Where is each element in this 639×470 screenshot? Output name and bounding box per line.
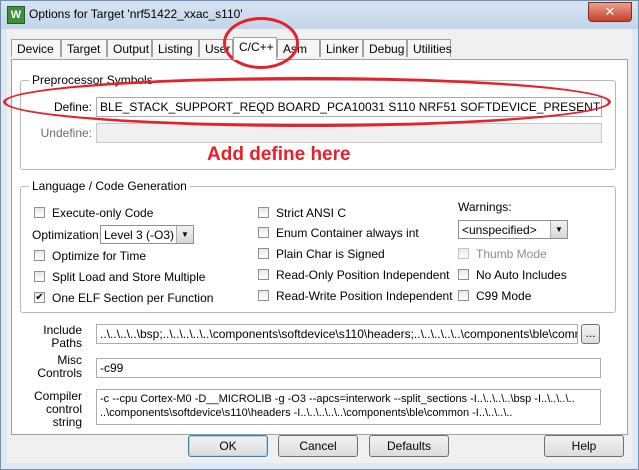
misc-controls-label: Misc Controls [22, 354, 82, 380]
strict-ansi-label: Strict ANSI C [276, 206, 347, 220]
c99-mode-label: C99 Mode [476, 289, 532, 303]
enum-container-label: Enum Container always int [276, 226, 419, 240]
one-elf-section-label: One ELF Section per Function [52, 291, 214, 305]
split-load-store-box[interactable] [34, 271, 45, 282]
optimization-select[interactable]: Level 3 (-O3) ▼ [100, 225, 194, 244]
ro-pi-box[interactable] [258, 269, 269, 280]
execute-only-box[interactable] [34, 207, 45, 218]
misc-controls-input[interactable]: -c99 [96, 358, 601, 378]
tab-linker[interactable]: Linker [320, 39, 363, 57]
tab-c-cpp[interactable]: C/C++ [233, 37, 277, 60]
optimization-value: Level 3 (-O3) [104, 228, 175, 242]
warnings-value: <unspecified> [462, 223, 537, 237]
tab-listing[interactable]: Listing [152, 39, 199, 57]
add-define-annotation: Add define here [207, 144, 351, 165]
tab-user[interactable]: User [199, 39, 233, 57]
ok-button[interactable]: OK [188, 435, 268, 457]
tab-output[interactable]: Output [107, 39, 152, 57]
include-paths-label-line2: Paths [51, 336, 82, 350]
chevron-down-icon[interactable]: ▼ [550, 221, 567, 238]
undefine-label: Undefine: [40, 126, 92, 140]
no-auto-includes-box[interactable] [458, 269, 469, 280]
defaults-button[interactable]: Defaults [369, 435, 449, 457]
preprocessor-group-label: Preprocessor Symbols [29, 73, 156, 87]
compiler-control-line1: -c --cpu Cortex-M0 -D__MICROLIB -g -O3 -… [100, 393, 575, 405]
window-title: Options for Target 'nrf51422_xxac_s110' [29, 7, 243, 21]
thumb-mode-box[interactable] [458, 248, 469, 259]
close-button[interactable]: ✕ [588, 2, 632, 22]
language-codegen-group-label: Language / Code Generation [29, 179, 190, 193]
compiler-control-line2: ..\components\softdevice\s110\headers -I… [100, 407, 513, 419]
execute-only-label: Execute-only Code [52, 206, 154, 220]
tab-debug[interactable]: Debug [363, 39, 407, 57]
compiler-control-label-line3: string [52, 415, 82, 429]
cpp-options-panel: Preprocessor Symbols Define: BLE_STACK_S… [11, 59, 628, 435]
thumb-mode-label: Thumb Mode [476, 247, 547, 261]
include-paths-input[interactable]: ..\..\..\..\bsp;..\..\..\..\..\component… [96, 324, 578, 344]
warnings-label: Warnings: [458, 200, 512, 214]
plain-char-label: Plain Char is Signed [276, 247, 385, 261]
compiler-control-label: Compiler control string [22, 390, 82, 429]
include-paths-browse-button[interactable]: ... [581, 324, 600, 344]
help-button[interactable]: Help [544, 435, 624, 457]
tab-asm[interactable]: Asm [277, 39, 320, 57]
misc-controls-label-line2: Controls [37, 366, 82, 380]
tab-utilities[interactable]: Utilities [407, 39, 452, 57]
define-label: Define: [53, 100, 92, 114]
define-input[interactable]: BLE_STACK_SUPPORT_REQD BOARD_PCA10031 S1… [96, 97, 602, 117]
title-bar[interactable]: W Options for Target 'nrf51422_xxac_s110… [1, 1, 638, 29]
cancel-button[interactable]: Cancel [278, 435, 358, 457]
rw-pi-label: Read-Write Position Independent [276, 289, 453, 303]
split-load-store-label: Split Load and Store Multiple [52, 270, 206, 284]
options-dialog: W Options for Target 'nrf51422_xxac_s110… [0, 0, 639, 470]
chevron-down-icon[interactable]: ▼ [176, 226, 193, 243]
undefine-input[interactable] [96, 123, 602, 143]
plain-char-box[interactable] [258, 248, 269, 259]
keil-app-icon: W [7, 6, 25, 24]
warnings-select[interactable]: <unspecified> ▼ [458, 220, 568, 239]
compiler-control-string[interactable]: -c --cpu Cortex-M0 -D__MICROLIB -g -O3 -… [96, 389, 601, 425]
no-auto-includes-label: No Auto Includes [476, 268, 567, 282]
strict-ansi-box[interactable] [258, 207, 269, 218]
tab-device[interactable]: Device [11, 39, 61, 57]
optimization-label: Optimization: [32, 228, 103, 242]
dialog-client: Device Target Output Listing User C/C++ … [7, 29, 632, 463]
optimize-time-box[interactable] [34, 250, 45, 261]
ro-pi-label: Read-Only Position Independent [276, 268, 450, 282]
tab-target[interactable]: Target [61, 39, 107, 57]
checkmark-icon[interactable]: ✔ [34, 292, 45, 303]
include-paths-label: Include Paths [22, 324, 82, 350]
enum-container-box[interactable] [258, 227, 269, 238]
rw-pi-box[interactable] [258, 290, 269, 301]
optimize-time-label: Optimize for Time [52, 249, 147, 263]
c99-mode-box[interactable] [458, 290, 469, 301]
